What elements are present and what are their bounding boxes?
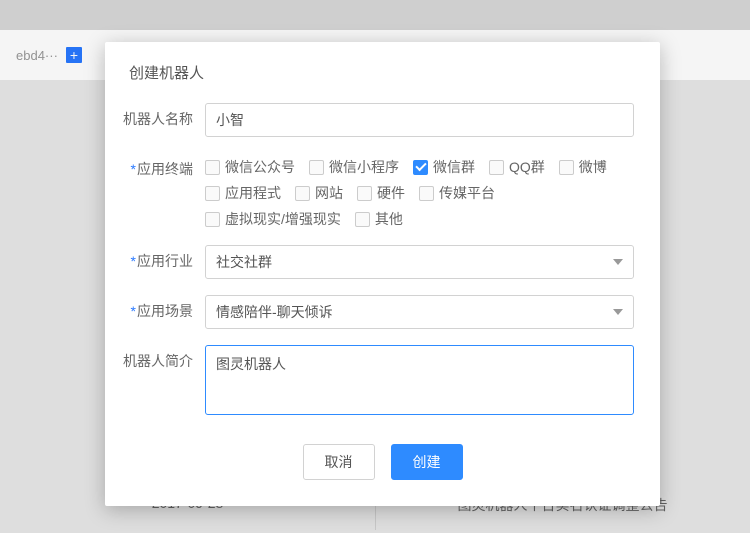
terminal-checkbox[interactable]: 微信公众号 [205,157,295,177]
terminal-label: 虚拟现实/增强现实 [225,209,341,229]
checkbox-icon [413,160,428,175]
terminal-checkbox[interactable]: QQ群 [489,157,545,177]
terminal-checkbox-grid: 微信公众号 微信小程序 微信群 QQ群 微博应用程式 网站 硬件 传媒平台虚拟现实/增强现实 其… [205,153,634,229]
terminal-label: 其他 [375,209,403,229]
checkbox-icon [489,160,504,175]
checkbox-icon [559,160,574,175]
checkbox-icon [419,186,434,201]
row-robot-name: 机器人名称 [105,95,660,145]
scene-select-value: 情感陪伴-聊天倾诉 [216,302,333,322]
terminal-label: 微信小程序 [329,157,399,177]
terminal-checkbox[interactable]: 虚拟现实/增强现实 [205,209,341,229]
create-button[interactable]: 创建 [391,444,463,480]
label-scene-text: 应用场景 [137,303,193,319]
chevron-down-icon [613,309,623,315]
checkbox-icon [309,160,324,175]
label-intro: 机器人简介 [105,345,205,371]
label-scene: *应用场景 [105,295,205,321]
label-industry: *应用行业 [105,245,205,271]
terminal-checkbox[interactable]: 传媒平台 [419,183,495,203]
robot-name-input[interactable] [205,103,634,137]
intro-textarea[interactable] [205,345,634,415]
modal-actions: 取消 创建 [105,426,660,480]
terminal-label: 微信公众号 [225,157,295,177]
checkbox-icon [205,212,220,227]
terminal-label: 微博 [579,157,607,177]
scene-select[interactable]: 情感陪伴-聊天倾诉 [205,295,634,329]
terminal-checkbox[interactable]: 网站 [295,183,343,203]
terminal-label: QQ群 [509,157,545,177]
label-terminal: *应用终端 [105,153,205,179]
modal-title: 创建机器人 [105,42,660,95]
industry-select-value: 社交社群 [216,252,272,272]
terminal-checkbox[interactable]: 微博 [559,157,607,177]
checkbox-icon [355,212,370,227]
terminal-label: 硬件 [377,183,405,203]
terminal-checkbox[interactable]: 其他 [355,209,403,229]
terminal-checkbox[interactable]: 微信小程序 [309,157,399,177]
terminal-checkbox[interactable]: 微信群 [413,157,475,177]
chevron-down-icon [613,259,623,265]
checkbox-icon [357,186,372,201]
cancel-button[interactable]: 取消 [303,444,375,480]
row-scene: *应用场景 情感陪伴-聊天倾诉 [105,287,660,337]
checkbox-icon [205,186,220,201]
label-industry-text: 应用行业 [137,253,193,269]
terminal-label: 网站 [315,183,343,203]
terminal-checkbox[interactable]: 应用程式 [205,183,281,203]
create-robot-modal: 创建机器人 机器人名称 *应用终端 微信公众号 微信小程序 微信群 QQ群 微博应用程式… [105,42,660,506]
row-intro: 机器人简介 [105,337,660,426]
label-terminal-text: 应用终端 [137,161,193,177]
terminal-label: 传媒平台 [439,183,495,203]
industry-select[interactable]: 社交社群 [205,245,634,279]
checkbox-icon [295,186,310,201]
terminal-label: 应用程式 [225,183,281,203]
terminal-label: 微信群 [433,157,475,177]
terminal-checkbox[interactable]: 硬件 [357,183,405,203]
label-robot-name: 机器人名称 [105,103,205,129]
checkbox-icon [205,160,220,175]
row-industry: *应用行业 社交社群 [105,237,660,287]
row-terminal: *应用终端 微信公众号 微信小程序 微信群 QQ群 微博应用程式 网站 硬件 传媒平台虚拟现实… [105,145,660,237]
